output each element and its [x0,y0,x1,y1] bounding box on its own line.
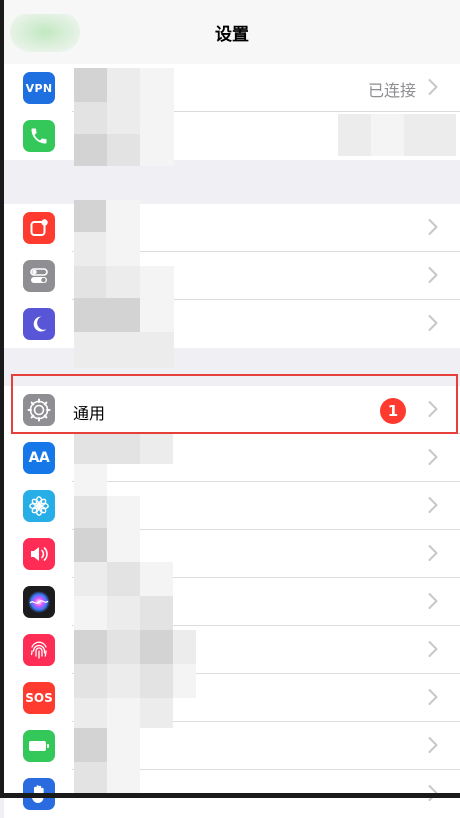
chevron-right-icon [428,737,438,753]
moon-icon [23,308,55,340]
phone-icon [23,120,55,152]
settings-row-siri[interactable] [4,578,460,626]
settings-row-wallpaper[interactable] [4,482,460,530]
chevron-right-icon [428,449,438,465]
vpn-status-value: 已连接 [367,81,416,100]
control-center-icon [23,260,55,292]
notifications-icon [23,212,55,244]
settings-group-network: VPN 已连接 [4,64,460,160]
chevron-right-icon [428,545,438,561]
display-icon-label: AA [28,450,50,466]
display-brightness-icon: AA [23,442,55,474]
update-badge: 1 [380,398,406,424]
settings-row-emergency-sos[interactable]: SOS [4,674,460,722]
wallpaper-flower-icon [23,490,55,522]
chevron-right-icon [428,497,438,513]
chevron-right-icon [428,689,438,705]
vpn-icon-label: VPN [25,81,53,95]
chevron-right-icon [428,315,438,331]
settings-row-phone[interactable] [4,112,460,160]
settings-row-do-not-disturb[interactable] [4,300,460,348]
group-spacer [4,160,460,204]
chevron-right-icon [428,79,438,95]
settings-row-vpn[interactable]: VPN 已连接 [4,64,460,112]
settings-row-display[interactable]: AA [4,434,460,482]
settings-row-sounds[interactable] [4,530,460,578]
vpn-icon: VPN [23,72,55,104]
window-frame-bottom [0,793,460,798]
settings-list: VPN 已连接 通用 1 AA SOS [4,64,460,818]
chevron-right-icon [428,267,438,283]
group-spacer [4,348,460,386]
gear-icon [23,394,55,426]
siri-icon [23,586,55,618]
chevron-right-icon [428,401,438,417]
window-frame-left [0,0,4,798]
settings-group-system: 通用 1 AA SOS [4,386,460,818]
settings-row-control-center[interactable] [4,252,460,300]
settings-row-notifications[interactable] [4,204,460,252]
chevron-right-icon [428,641,438,657]
speaker-icon [23,538,55,570]
general-label: 通用 [73,404,106,423]
settings-row-touch-id[interactable] [4,626,460,674]
sos-icon-label: SOS [25,691,53,705]
sos-icon: SOS [23,682,55,714]
status-bar [4,0,460,14]
settings-group-notifications [4,204,460,348]
fingerprint-icon [23,634,55,666]
battery-icon [23,730,55,762]
chevron-right-icon [428,593,438,609]
chevron-right-icon [428,219,438,235]
settings-row-general[interactable]: 通用 1 [4,386,460,434]
settings-row-battery[interactable] [4,722,460,770]
page-title: 设置 [215,25,249,45]
